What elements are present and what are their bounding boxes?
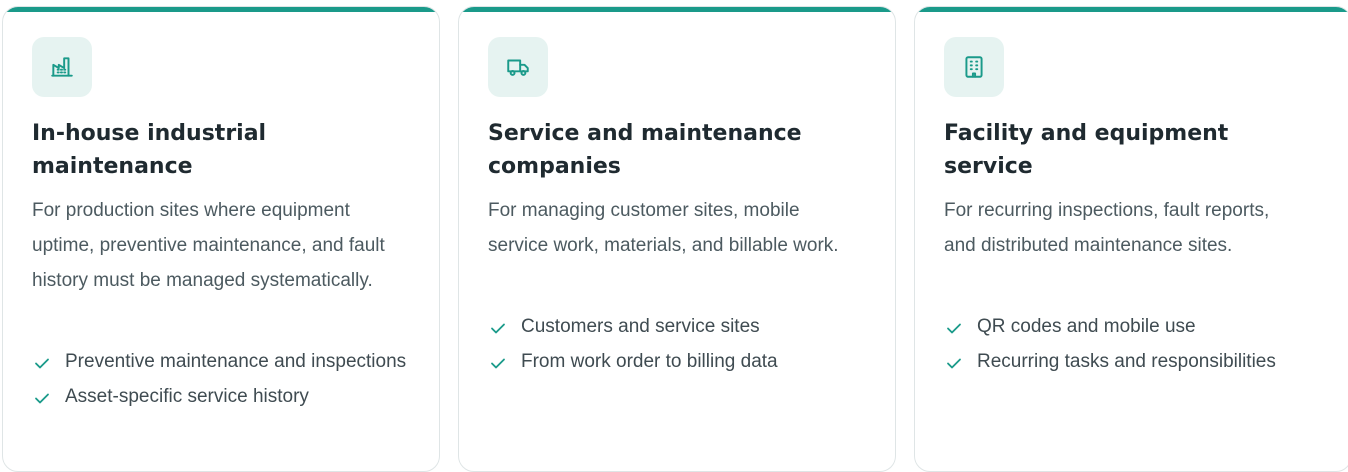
feature-item: From work order to billing data: [488, 347, 868, 377]
feature-list: QR codes and mobile use Recurring tasks …: [944, 312, 1324, 382]
card-description: For recurring inspections, fault reports…: [944, 200, 1270, 256]
feature-item: Customers and service sites: [488, 312, 868, 342]
segment-cards: In-house industrial maintenance For prod…: [0, 0, 1348, 472]
feature-label: QR codes and mobile use: [977, 316, 1196, 337]
feature-label: Preventive maintenance and inspections: [65, 351, 407, 372]
card-description: For production sites where equipment upt…: [32, 200, 385, 291]
feature-label: Recurring tasks and responsibilities: [977, 351, 1276, 372]
check-icon: [491, 358, 505, 369]
feature-item: Recurring tasks and responsibilities: [944, 347, 1324, 377]
icon-tile: [488, 37, 548, 97]
card-service-companies: Service and maintenance companies For ma…: [458, 6, 896, 472]
feature-label: Customers and service sites: [521, 316, 760, 337]
feature-label: Asset-specific service history: [65, 386, 309, 407]
check-icon: [947, 323, 961, 334]
feature-item: Preventive maintenance and inspections: [32, 347, 412, 377]
feature-label: From work order to billing data: [521, 351, 778, 372]
check-icon: [35, 358, 49, 369]
check-icon: [35, 393, 49, 404]
factory-icon: [51, 57, 73, 77]
icon-tile: [944, 37, 1004, 97]
card-facility-service: Facility and equipment service For recur…: [914, 6, 1348, 472]
icon-tile: [32, 37, 92, 97]
check-icon: [947, 358, 961, 369]
feature-item: QR codes and mobile use: [944, 312, 1324, 342]
truck-icon: [507, 59, 529, 76]
card-title: Service and maintenance companies: [488, 121, 802, 179]
building-icon: [965, 56, 983, 78]
card-title: In-house industrial maintenance: [32, 121, 267, 179]
card-industrial-maintenance: In-house industrial maintenance For prod…: [2, 6, 440, 472]
card-title: Facility and equipment service: [944, 121, 1229, 179]
card-description: For managing customer sites, mobile serv…: [488, 200, 839, 256]
feature-list: Preventive maintenance and inspections A…: [32, 347, 412, 417]
feature-list: Customers and service sites From work or…: [488, 312, 868, 382]
feature-item: Asset-specific service history: [32, 382, 412, 412]
check-icon: [491, 323, 505, 334]
